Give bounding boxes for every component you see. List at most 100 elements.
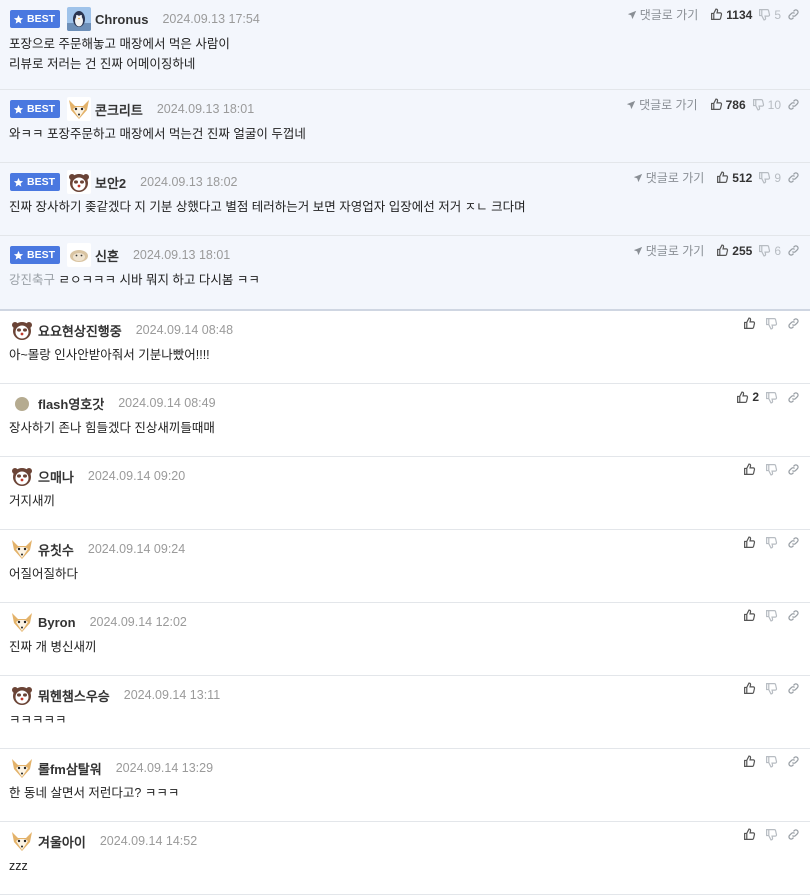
comment-date: 2024.09.14 13:11 <box>123 688 221 702</box>
avatar[interactable] <box>67 170 92 194</box>
avatar[interactable] <box>10 683 34 707</box>
comment-line-text: 아~몰랑 인사안받아줘서 기분나빴어!!!! <box>9 348 210 362</box>
like-button[interactable] <box>743 682 759 695</box>
avatar[interactable] <box>67 7 92 31</box>
link-icon <box>788 99 799 110</box>
nickname[interactable]: Byron <box>38 615 76 630</box>
comment-date: 2024.09.13 17:54 <box>162 12 260 26</box>
avatar[interactable] <box>10 391 34 415</box>
avatar[interactable] <box>67 243 92 267</box>
nickname[interactable]: 요요현상진행중 <box>38 321 122 340</box>
thumbs-down-icon <box>766 683 778 695</box>
go-to-reply-link[interactable]: 댓글로 가기 <box>626 96 698 113</box>
copy-link-button[interactable] <box>787 391 800 404</box>
nickname[interactable]: flash영호갓 <box>38 394 104 413</box>
copy-link-button[interactable] <box>787 98 800 111</box>
nickname[interactable]: 보안2 <box>95 173 126 192</box>
nickname[interactable]: 유칫수 <box>38 540 74 559</box>
copy-link-button[interactable] <box>787 755 800 768</box>
comment-actions: 댓글로 가기 255 6 <box>633 242 800 259</box>
avatar[interactable] <box>10 756 34 780</box>
best-badge-label: BEST <box>27 13 56 25</box>
like-button[interactable]: 1134 <box>710 8 752 22</box>
copy-link-button[interactable] <box>787 609 800 622</box>
nickname[interactable]: 롤fm삼탈워 <box>38 759 102 778</box>
comment-actions <box>743 536 800 549</box>
copy-link-button[interactable] <box>787 682 800 695</box>
best-badge-label: BEST <box>27 103 56 115</box>
dislike-button[interactable]: 9 <box>758 171 781 185</box>
dislike-button[interactable] <box>765 536 781 549</box>
nickname[interactable]: Chronus <box>95 12 148 27</box>
copy-link-button[interactable] <box>787 463 800 476</box>
dislike-button[interactable] <box>765 682 781 695</box>
comment-line: 한 동네 살면서 저런다고? ㅋㅋㅋ <box>9 783 660 803</box>
dislike-button[interactable] <box>765 317 781 330</box>
avatar[interactable] <box>10 318 34 342</box>
nickname[interactable]: 겨울아이 <box>38 832 86 851</box>
like-button[interactable]: 786 <box>710 98 746 112</box>
copy-link-button[interactable] <box>787 536 800 549</box>
thumbs-up-icon <box>717 171 729 183</box>
comment-text: zzz <box>9 856 660 876</box>
go-to-reply-link[interactable]: 댓글로 가기 <box>633 169 704 186</box>
comment-date: 2024.09.13 18:01 <box>132 248 231 262</box>
dislike-button[interactable]: 5 <box>758 8 781 22</box>
comment-header: 으매나 2024.09.14 09:20 <box>10 464 800 488</box>
copy-link-button[interactable] <box>787 317 800 330</box>
dislike-button[interactable]: 10 <box>752 98 781 112</box>
like-button[interactable]: 255 <box>716 244 752 258</box>
comment-actions <box>743 463 800 476</box>
thumbs-up-icon <box>744 536 756 548</box>
comment-text: 아~몰랑 인사안받아줘서 기분나빴어!!!! <box>9 345 660 365</box>
star-icon <box>13 104 24 114</box>
like-button[interactable] <box>743 828 759 841</box>
nickname[interactable]: 뭐헨챔스우승 <box>38 686 110 705</box>
dislike-button[interactable] <box>765 391 781 404</box>
comment-date: 2024.09.13 18:02 <box>140 175 238 189</box>
comment-item: Byron 2024.09.14 12:02 진짜 개 병신새끼 <box>0 603 810 676</box>
dislike-button[interactable] <box>765 609 781 622</box>
comment-item: BEST Chronus 2024.09.13 17:54 포장으로 주문해놓고… <box>0 0 810 90</box>
avatar[interactable] <box>10 537 34 561</box>
avatar[interactable] <box>10 829 34 853</box>
dislike-button[interactable] <box>765 828 781 841</box>
dislike-button[interactable] <box>765 463 781 476</box>
like-button[interactable]: 512 <box>716 171 752 185</box>
fox-avatar <box>10 610 34 634</box>
copy-link-button[interactable] <box>787 8 800 21</box>
nickname[interactable]: 신혼 <box>95 246 119 265</box>
comment-header: 뭐헨챔스우승 2024.09.14 13:11 <box>10 683 800 707</box>
avatar[interactable] <box>10 464 34 488</box>
nickname[interactable]: 으매나 <box>38 467 74 486</box>
like-button[interactable]: 2 <box>736 390 759 404</box>
nickname[interactable]: 콘크리트 <box>95 100 143 119</box>
mention-prefix[interactable]: 강진축구 <box>9 273 55 287</box>
comment-actions <box>743 755 800 768</box>
copy-link-button[interactable] <box>787 171 800 184</box>
comment-actions <box>743 682 800 695</box>
go-to-reply-link[interactable]: 댓글로 가기 <box>633 242 704 259</box>
comment-item: 겨울아이 2024.09.14 14:52 zzz <box>0 822 810 895</box>
like-button[interactable] <box>743 609 759 622</box>
comment-actions: 댓글로 가기 786 10 <box>626 96 800 113</box>
dislike-button[interactable]: 6 <box>758 244 781 258</box>
like-button[interactable] <box>743 463 759 476</box>
comment-line-text: 거지새끼 <box>9 494 56 508</box>
like-button[interactable] <box>743 536 759 549</box>
comment-date: 2024.09.14 09:20 <box>87 469 186 483</box>
avatar[interactable] <box>10 610 34 634</box>
link-icon <box>788 829 799 840</box>
comment-line-text: ㄹㅇㅋㅋㅋ 시바 뭐지 하고 다시봄 ㅋㅋ <box>58 273 260 287</box>
copy-link-button[interactable] <box>787 244 800 257</box>
dislike-button[interactable] <box>765 755 781 768</box>
comment-item: BEST 콘크리트 2024.09.13 18:01 와ㅋㅋ 포장주문하고 매장… <box>0 90 810 163</box>
copy-link-button[interactable] <box>787 828 800 841</box>
like-button[interactable] <box>743 755 759 768</box>
comment-line-text: 리뷰로 저러는 건 진짜 어메이징하네 <box>9 57 196 71</box>
thumbs-down-icon <box>759 9 771 21</box>
like-button[interactable] <box>743 317 759 330</box>
avatar[interactable] <box>67 97 92 121</box>
comment-line: zzz <box>9 856 660 876</box>
go-to-reply-link[interactable]: 댓글로 가기 <box>627 6 698 23</box>
